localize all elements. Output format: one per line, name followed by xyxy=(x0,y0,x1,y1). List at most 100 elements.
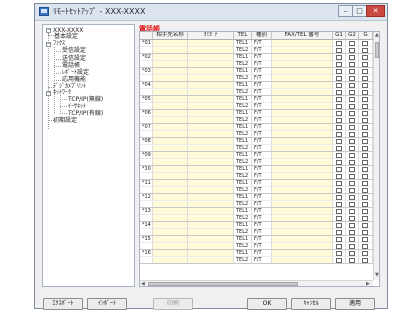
group-checkbox[interactable] xyxy=(349,230,355,235)
table-cell[interactable] xyxy=(188,194,234,201)
group-checkbox[interactable] xyxy=(336,202,342,207)
table-cell[interactable] xyxy=(153,54,188,61)
table-cell[interactable] xyxy=(272,68,333,75)
table-cell[interactable] xyxy=(272,173,333,180)
table-cell[interactable] xyxy=(272,110,333,117)
group-checkbox[interactable] xyxy=(336,195,342,200)
table-cell[interactable] xyxy=(153,110,188,117)
table-cell[interactable] xyxy=(153,47,188,54)
table-cell[interactable] xyxy=(153,236,188,243)
table-cell[interactable] xyxy=(272,131,333,138)
table-cell[interactable] xyxy=(272,145,333,152)
group-checkbox[interactable] xyxy=(349,216,355,221)
cancel-button[interactable]: ｷｬﾝｾﾙ xyxy=(291,298,331,310)
group-checkbox[interactable] xyxy=(349,202,355,207)
table-cell[interactable] xyxy=(188,145,234,152)
table-cell[interactable] xyxy=(153,61,188,68)
table-cell[interactable] xyxy=(188,75,234,82)
table-cell[interactable] xyxy=(153,257,188,264)
group-checkbox[interactable] xyxy=(336,223,342,228)
group-checkbox[interactable] xyxy=(362,41,368,46)
table-cell[interactable] xyxy=(188,166,234,173)
group-checkbox[interactable] xyxy=(349,90,355,95)
table-cell[interactable] xyxy=(188,103,234,110)
table-cell[interactable] xyxy=(188,215,234,222)
group-checkbox[interactable] xyxy=(336,209,342,214)
group-checkbox[interactable] xyxy=(336,230,342,235)
group-checkbox[interactable] xyxy=(362,97,368,102)
table-cell[interactable] xyxy=(272,215,333,222)
tree-collapse-icon[interactable]: − xyxy=(46,91,51,96)
tree-item-receive-settings[interactable]: 受信設定 xyxy=(62,47,86,55)
group-checkbox[interactable] xyxy=(349,160,355,165)
table-cell[interactable] xyxy=(272,124,333,131)
table-cell[interactable] xyxy=(153,201,188,208)
group-checkbox[interactable] xyxy=(349,111,355,116)
group-checkbox[interactable] xyxy=(362,132,368,137)
column-header-type[interactable]: 種別 xyxy=(252,32,272,40)
group-checkbox[interactable] xyxy=(349,251,355,256)
group-checkbox[interactable] xyxy=(336,83,342,88)
table-cell[interactable] xyxy=(153,145,188,152)
group-checkbox[interactable] xyxy=(336,244,342,249)
table-cell[interactable] xyxy=(153,166,188,173)
table-cell[interactable] xyxy=(188,187,234,194)
group-checkbox[interactable] xyxy=(349,69,355,74)
table-cell[interactable] xyxy=(272,47,333,54)
settings-tree[interactable]: − XXX-XXXX 基本設定 − ﾌｧｸｽ 受信設定 送信設定 電話帳 ﾚﾎﾟ… xyxy=(42,24,135,287)
table-cell[interactable] xyxy=(153,180,188,187)
group-checkbox[interactable] xyxy=(336,111,342,116)
minimize-button[interactable]: – xyxy=(338,5,353,17)
export-button[interactable]: ｴｸｽﾎﾟｰﾄ xyxy=(43,298,83,310)
table-cell[interactable] xyxy=(153,68,188,75)
scroll-up-arrow-icon[interactable]: ▲ xyxy=(375,33,379,38)
table-cell[interactable] xyxy=(272,201,333,208)
table-cell[interactable] xyxy=(272,159,333,166)
table-cell[interactable] xyxy=(188,110,234,117)
group-checkbox[interactable] xyxy=(336,118,342,123)
group-checkbox[interactable] xyxy=(349,55,355,60)
table-cell[interactable] xyxy=(272,61,333,68)
table-cell[interactable] xyxy=(272,180,333,187)
table-cell[interactable] xyxy=(153,208,188,215)
group-checkbox[interactable] xyxy=(349,195,355,200)
group-checkbox[interactable] xyxy=(349,237,355,242)
table-cell[interactable] xyxy=(272,250,333,257)
table-cell[interactable] xyxy=(153,229,188,236)
close-button[interactable]: ✕ xyxy=(366,5,385,17)
table-cell[interactable] xyxy=(153,152,188,159)
group-checkbox[interactable] xyxy=(349,104,355,109)
table-cell[interactable] xyxy=(153,96,188,103)
table-cell[interactable] xyxy=(272,194,333,201)
group-checkbox[interactable] xyxy=(362,125,368,130)
horizontal-scroll-thumb[interactable] xyxy=(148,282,298,286)
group-checkbox[interactable] xyxy=(336,251,342,256)
group-checkbox[interactable] xyxy=(336,55,342,60)
group-checkbox[interactable] xyxy=(349,153,355,158)
table-cell[interactable] xyxy=(188,47,234,54)
group-checkbox[interactable] xyxy=(349,83,355,88)
table-cell[interactable] xyxy=(188,173,234,180)
group-checkbox[interactable] xyxy=(336,174,342,179)
scroll-down-arrow-icon[interactable]: ▼ xyxy=(375,273,379,278)
table-cell[interactable] xyxy=(153,75,188,82)
group-checkbox[interactable] xyxy=(349,167,355,172)
group-checkbox[interactable] xyxy=(362,90,368,95)
apply-button[interactable]: 適用 xyxy=(335,298,375,310)
table-cell[interactable] xyxy=(272,54,333,61)
group-checkbox[interactable] xyxy=(336,48,342,53)
group-checkbox[interactable] xyxy=(362,223,368,228)
group-checkbox[interactable] xyxy=(362,230,368,235)
vertical-scroll-thumb[interactable] xyxy=(375,42,379,58)
group-checkbox[interactable] xyxy=(362,104,368,109)
table-cell[interactable] xyxy=(272,40,333,47)
group-checkbox[interactable] xyxy=(349,146,355,151)
horizontal-scrollbar[interactable]: ◀ ▶ xyxy=(140,280,373,286)
table-cell[interactable] xyxy=(272,208,333,215)
group-checkbox[interactable] xyxy=(362,76,368,81)
group-checkbox[interactable] xyxy=(349,97,355,102)
group-checkbox[interactable] xyxy=(362,188,368,193)
table-cell[interactable] xyxy=(153,89,188,96)
table-cell[interactable] xyxy=(188,250,234,257)
group-checkbox[interactable] xyxy=(349,209,355,214)
